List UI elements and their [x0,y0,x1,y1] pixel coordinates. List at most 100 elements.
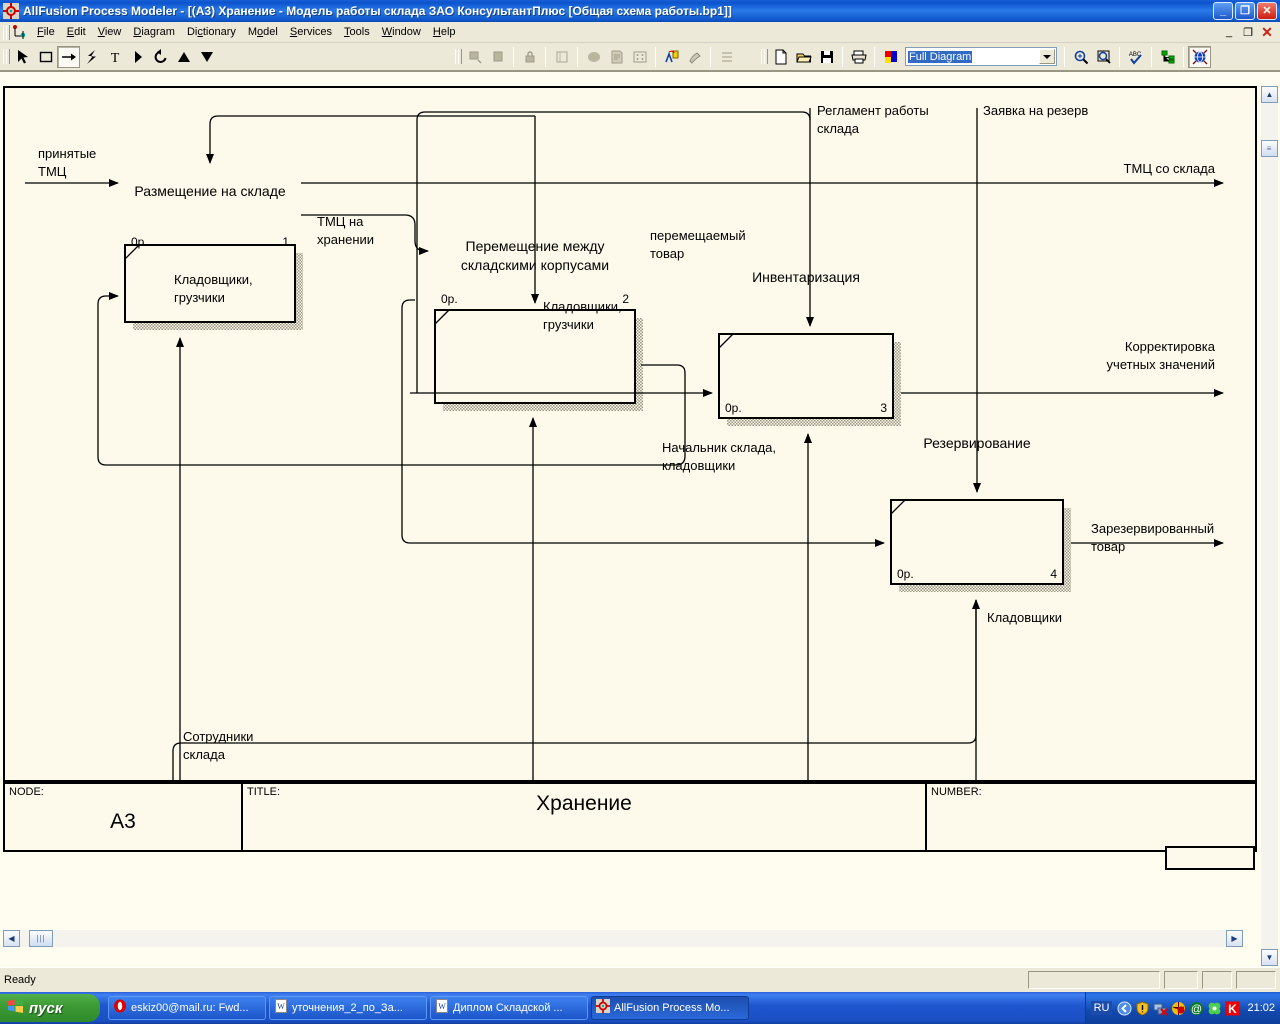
zoom-level-value: Full Diagram [908,50,973,63]
label-kladovshchiki-2-l1: Кладовщики, [543,299,622,314]
diagram-canvas[interactable]: Размещение на складе Перемещение между с… [3,86,1257,782]
arrow-right-icon[interactable] [57,45,80,68]
swimlane-icon[interactable] [715,46,738,68]
menu-item-model[interactable]: Model [242,23,284,41]
report-icon[interactable] [605,46,628,68]
print-icon[interactable] [847,46,870,68]
menu-item-window[interactable]: Window [376,23,427,41]
warning-shield-icon[interactable] [1135,1000,1150,1016]
menu-drag-grip[interactable] [2,24,10,41]
chevron-down-icon[interactable] [1039,49,1055,64]
mdi-minimize-button[interactable]: _ [1220,24,1238,40]
label-korrektirovka-l1: Корректировка [1125,339,1216,354]
title-block-node-cell[interactable]: NODE: A3 [5,784,243,850]
menu-item-diagram[interactable]: Diagram [127,23,181,41]
menu-item-tools[interactable]: Tools [338,23,376,41]
triangle-up-icon[interactable] [172,46,195,68]
lock-icon[interactable] [518,46,541,68]
rotate-ccw-icon[interactable] [149,46,172,68]
toolbar-separator-8 [1064,46,1065,67]
zoom-region-icon[interactable] [1092,46,1115,68]
color-palette-icon[interactable] [879,46,902,68]
lightning-bolt-icon[interactable] [80,46,103,68]
mdi-document-icon[interactable] [11,24,27,40]
zoom-level-combo[interactable]: Full Diagram [905,47,1057,66]
scroll-left-button[interactable]: ◀ [3,930,20,947]
menu-item-view[interactable]: View [92,23,128,41]
scroll-down-button[interactable]: ▼ [1261,949,1278,966]
status-panel-3 [1202,971,1232,989]
shape-icon[interactable] [582,46,605,68]
menu-item-help[interactable]: Help [427,23,462,41]
toolbar-drag-grip-2[interactable] [454,48,462,65]
triangle-down-icon[interactable] [195,46,218,68]
svg-text:W: W [438,1002,446,1011]
activity-1-cost: 0р. [131,235,148,249]
start-button[interactable]: пуск [0,994,100,1022]
scroll-up-button[interactable]: ▲ [1261,86,1278,103]
number-value-box[interactable] [1165,846,1255,870]
toolbar-separator-10 [1151,46,1152,67]
start-button-label: пуск [29,999,63,1017]
scroll-right-button[interactable]: ▶ [1226,930,1243,947]
new-document-icon[interactable] [769,46,792,68]
task-button-allfusion[interactable]: AllFusion Process Mo... [591,996,749,1020]
grid-icon[interactable] [628,46,651,68]
book-icon[interactable] [550,46,573,68]
toolbar-drag-grip-1[interactable] [2,48,10,65]
window-controls[interactable]: _ ❐ ✕ [1213,2,1277,20]
target-crosshair-icon[interactable] [3,3,19,19]
play-triangle-icon[interactable] [126,46,149,68]
menu-item-dictionary[interactable]: Dictionary [181,23,242,41]
title-block-number-cell[interactable]: NUMBER: [927,784,1255,870]
antivirus-globe-icon[interactable] [1171,1001,1186,1016]
label-zarezervirovannyy-l1: Зарезервированный [1091,521,1214,536]
activity-3-number: 3 [880,401,887,415]
task-button-opera[interactable]: eskiz00@mail.ru: Fwd... [108,996,266,1020]
horizontal-scroll-thumb[interactable]: ||| [29,930,53,947]
task-button-word-1[interactable]: W уточнения_2_по_За... [269,996,427,1020]
kaspersky-k-icon[interactable]: K [1225,1001,1240,1016]
go-to-parent-icon[interactable] [486,46,509,68]
go-to-child-icon[interactable] [463,46,486,68]
mdi-window-controls[interactable]: _ ❐ ✕ [1220,24,1276,40]
window-title-bar[interactable]: AllFusion Process Modeler - [(A3) Хранен… [0,0,1280,22]
spell-check-icon[interactable]: ABC [1124,46,1147,68]
task-button-word-2[interactable]: W Диплом Складской ... [430,996,588,1020]
activity-3-name: Инвентаризация [752,269,860,285]
close-button[interactable]: ✕ [1257,2,1277,20]
font-color-icon[interactable] [660,46,683,68]
restore-button[interactable]: ❐ [1235,2,1255,20]
vertical-scroll-thumb[interactable]: ≡ [1261,140,1278,157]
menu-item-edit[interactable]: Edit [61,23,92,41]
title-block-title-cell[interactable]: TITLE: Хранение [243,784,927,850]
clover-icon[interactable] [1207,1001,1222,1016]
at-sign-icon[interactable]: @ [1189,1001,1204,1016]
zoom-in-icon[interactable] [1069,46,1092,68]
rectangle-icon[interactable] [34,46,57,68]
toolbar-drag-grip-3[interactable] [760,48,768,65]
taskbar-clock[interactable]: 21:02 [1247,1002,1275,1014]
language-indicator[interactable]: RU [1090,1001,1113,1015]
mdi-close-button[interactable]: ✕ [1258,24,1276,40]
horizontal-scrollbar[interactable]: ◀ ||| ▶ [3,930,1243,947]
model-tree-icon[interactable] [1156,46,1179,68]
menu-item-services[interactable]: Services [284,23,338,41]
menu-item-file[interactable]: File [31,23,61,41]
save-disk-icon[interactable] [815,46,838,68]
label-prinyatye-tmc-l1: принятые [38,146,96,161]
paint-brush-icon[interactable] [683,46,706,68]
minimize-button[interactable]: _ [1213,2,1233,20]
label-tmc-na-hranenii-l2: хранении [317,232,374,247]
network-disconnected-icon[interactable] [1153,1001,1169,1016]
open-folder-icon[interactable] [792,46,815,68]
mdi-restore-button[interactable]: ❐ [1239,24,1257,40]
pointer-arrow-icon[interactable] [11,46,34,68]
globe-icon[interactable] [1188,45,1211,68]
text-tool-icon[interactable]: T [103,46,126,68]
vertical-scrollbar[interactable]: ▲ ≡ ▼ [1261,86,1278,966]
toolbar-separator-4 [655,46,656,67]
show-hidden-arrow-icon[interactable] [1117,1001,1132,1016]
status-bar: Ready [0,967,1280,992]
toolbar-separator-5 [710,46,711,67]
